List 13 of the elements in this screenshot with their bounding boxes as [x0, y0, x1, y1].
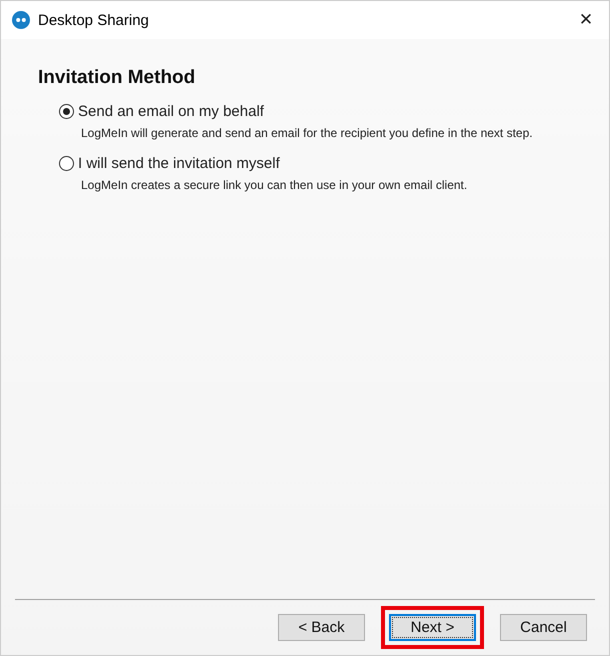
app-logo-icon — [12, 11, 30, 29]
option-label[interactable]: Send an email on my behalf — [78, 103, 264, 120]
option-description: LogMeIn will generate and send an email for the recipient you define in the next step. — [81, 126, 534, 141]
option-label[interactable]: I will send the invitation myself — [78, 155, 280, 172]
window-title: Desktop Sharing — [38, 12, 149, 28]
dialog-button[interactable]: Cancel — [500, 614, 587, 641]
dialog-button[interactable]: < Back — [278, 614, 365, 641]
radio-button[interactable] — [59, 156, 74, 171]
dialog-button[interactable]: Next > — [389, 614, 476, 641]
option-description: LogMeIn creates a secure link you can then use in your own email client. — [81, 178, 468, 193]
radio-button[interactable] — [59, 104, 74, 119]
close-button[interactable]: ✕ — [563, 1, 609, 39]
page-heading: Invitation Method — [38, 67, 196, 89]
